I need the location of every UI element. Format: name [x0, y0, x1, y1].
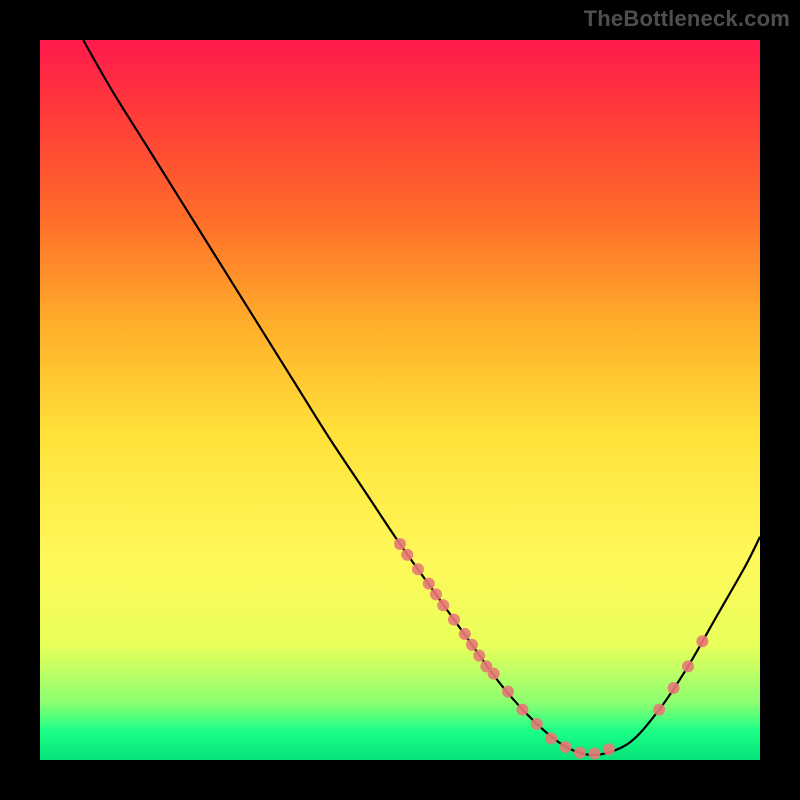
data-dot — [466, 639, 478, 651]
data-dot — [603, 743, 615, 755]
data-dot — [488, 668, 500, 680]
data-dot — [459, 628, 471, 640]
bottleneck-curve — [83, 40, 760, 755]
watermark-text: TheBottleneck.com — [584, 6, 790, 32]
data-dot — [560, 741, 572, 753]
data-dot — [412, 563, 424, 575]
data-dot — [574, 747, 586, 759]
data-dot — [545, 732, 557, 744]
data-dot — [668, 682, 680, 694]
chart-frame: TheBottleneck.com — [0, 0, 800, 800]
data-dot — [430, 588, 442, 600]
data-dot — [588, 748, 600, 760]
plot-area — [40, 40, 760, 760]
curve-layer — [40, 40, 760, 760]
data-dot — [473, 650, 485, 662]
data-dot — [516, 704, 528, 716]
data-dot — [682, 660, 694, 672]
data-dots — [394, 538, 708, 760]
data-dot — [394, 538, 406, 550]
data-dot — [696, 635, 708, 647]
data-dot — [423, 578, 435, 590]
data-dot — [653, 704, 665, 716]
data-dot — [401, 549, 413, 561]
data-dot — [502, 686, 514, 698]
data-dot — [437, 599, 449, 611]
data-dot — [531, 718, 543, 730]
data-dot — [448, 614, 460, 626]
